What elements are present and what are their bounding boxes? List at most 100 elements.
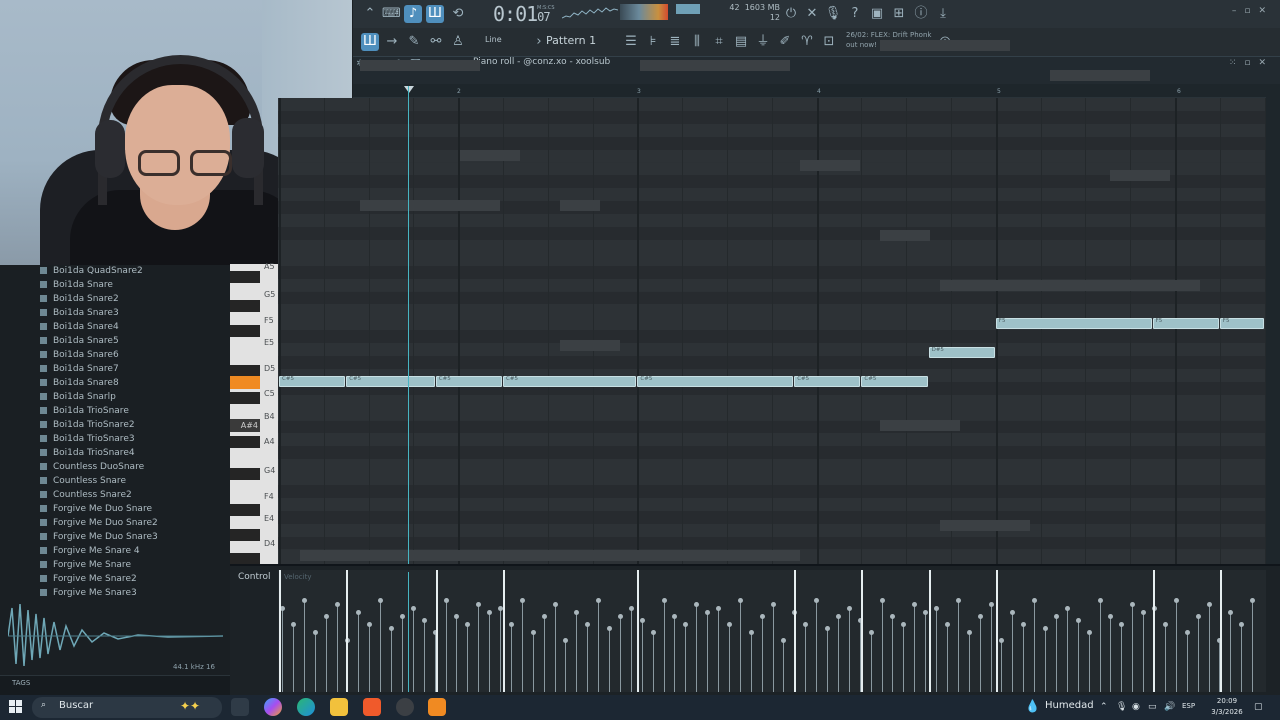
mixer-faders-icon[interactable]: ⫼ (688, 33, 706, 51)
arrow-right-icon[interactable]: → (383, 33, 401, 51)
velocity-bar[interactable] (530, 630, 536, 692)
browser-item[interactable]: Boi1da TrioSnare (40, 404, 129, 418)
velocity-note-start[interactable] (928, 570, 931, 692)
velocity-bar[interactable] (1032, 598, 1038, 692)
velocity-handle[interactable] (1173, 598, 1179, 603)
velocity-handle[interactable] (356, 610, 362, 615)
velocity-handle[interactable] (781, 638, 787, 643)
velocity-handle[interactable] (323, 614, 329, 619)
task-view-icon[interactable] (231, 698, 249, 716)
browser-item[interactable]: Countless DuoSnare (40, 460, 144, 474)
velocity-handle[interactable] (1119, 622, 1125, 627)
black-key[interactable] (230, 392, 260, 404)
velocity-note-start[interactable] (637, 570, 640, 692)
velocity-bar[interactable] (1130, 602, 1136, 692)
velocity-handle[interactable] (487, 610, 493, 615)
velocity-bar[interactable] (759, 614, 765, 692)
copilot-icon[interactable] (264, 698, 282, 716)
browser-item[interactable]: Forgive Me Snare3 (40, 586, 137, 600)
velocity-bar[interactable] (563, 638, 569, 692)
velocity-handle[interactable] (923, 610, 929, 615)
control-target-select[interactable]: Control (238, 572, 271, 582)
velocity-bar[interactable] (399, 614, 405, 692)
file-explorer-icon[interactable] (330, 698, 348, 716)
note-block[interactable]: C#5 (279, 376, 346, 387)
patcher-icon[interactable]: ⌗ (710, 33, 728, 51)
velocity-bar[interactable] (1141, 610, 1147, 692)
velocity-bar[interactable] (443, 598, 449, 692)
volume-icon[interactable]: 🔊 (1164, 702, 1175, 712)
plugin-icon[interactable]: ⏚ (754, 33, 772, 51)
velocity-handle[interactable] (1043, 626, 1048, 631)
velocity-handle[interactable] (367, 622, 373, 627)
note-block[interactable]: F5 (1152, 318, 1219, 329)
velocity-bar[interactable] (1239, 622, 1245, 692)
velocity-bar[interactable] (825, 626, 830, 692)
notification-icon[interactable]: ▢ (1254, 702, 1263, 712)
velocity-bar[interactable] (694, 602, 700, 692)
velocity-handle[interactable] (868, 630, 874, 635)
edge-icon[interactable] (297, 698, 315, 716)
velocity-handle[interactable] (1086, 630, 1092, 635)
velocity-bar[interactable] (639, 618, 645, 692)
typing-keyboard-icon[interactable]: ⌨ (382, 5, 401, 23)
velocity-bar[interactable] (781, 638, 787, 692)
velocity-handle[interactable] (454, 614, 460, 619)
velocity-handle[interactable] (1206, 602, 1212, 607)
velocity-handle[interactable] (378, 598, 384, 603)
velocity-bar[interactable] (367, 622, 373, 692)
velocity-bar[interactable] (1162, 622, 1168, 692)
velocity-bar[interactable] (846, 606, 852, 692)
velocity-handle[interactable] (541, 614, 547, 619)
velocity-handle[interactable] (389, 626, 394, 631)
velocity-bar[interactable] (977, 614, 983, 692)
velocity-bar[interactable] (835, 614, 841, 692)
velocity-bar[interactable] (585, 622, 591, 692)
velocity-handle[interactable] (672, 614, 678, 619)
velocity-handle[interactable] (1195, 614, 1201, 619)
velocity-bar[interactable] (803, 622, 809, 692)
tool-mode-select[interactable]: Line (485, 35, 502, 44)
velocity-bar[interactable] (1043, 626, 1048, 692)
velocity-bar[interactable] (966, 630, 972, 692)
camera-tray-icon[interactable]: ◉ (1132, 702, 1140, 712)
tempo-icon[interactable]: ✐ (776, 33, 794, 51)
velocity-bar[interactable] (476, 602, 482, 692)
velocity-bar[interactable] (1228, 610, 1234, 692)
mute-icon[interactable]: ♈ (798, 33, 816, 51)
velocity-handle[interactable] (694, 602, 700, 607)
highlighted-key[interactable] (230, 376, 260, 389)
velocity-bar[interactable] (890, 614, 896, 692)
black-key[interactable] (230, 271, 260, 283)
velocity-handle[interactable] (1010, 610, 1016, 615)
black-key[interactable] (230, 325, 260, 337)
velocity-handle[interactable] (748, 630, 754, 635)
velocity-note-start[interactable] (1219, 570, 1222, 692)
black-key[interactable] (230, 436, 260, 448)
step-edit-icon[interactable]: ♪ (404, 5, 422, 23)
velocity-handle[interactable] (1053, 614, 1059, 619)
velocity-bar[interactable] (770, 602, 776, 692)
velocity-handle[interactable] (410, 606, 416, 611)
velocity-bar[interactable] (596, 598, 602, 692)
velocity-bar[interactable] (1097, 598, 1103, 692)
velocity-handle[interactable] (737, 598, 743, 603)
velocity-bar[interactable] (672, 614, 678, 692)
velocity-bar[interactable] (934, 606, 939, 692)
velocity-bar[interactable] (1086, 630, 1092, 692)
piano-roll-icon[interactable]: ≣ (666, 33, 684, 51)
velocity-handle[interactable] (661, 598, 667, 603)
info-icon[interactable]: ⓘ (912, 5, 930, 23)
velocity-handle[interactable] (912, 602, 918, 607)
velocity-handle[interactable] (639, 618, 645, 623)
velocity-handle[interactable] (716, 606, 721, 611)
playlist-icon[interactable]: ☰ (622, 33, 640, 51)
velocity-note-start[interactable] (279, 570, 281, 692)
velocity-handle[interactable] (901, 622, 907, 627)
velocity-note-start[interactable] (1152, 570, 1155, 692)
velocity-handle[interactable] (835, 614, 841, 619)
browser-item[interactable]: Boi1da Snare5 (40, 334, 119, 348)
velocity-bar[interactable] (356, 610, 362, 692)
velocity-bar[interactable] (999, 638, 1005, 692)
note-block[interactable]: F5 (1219, 318, 1264, 329)
